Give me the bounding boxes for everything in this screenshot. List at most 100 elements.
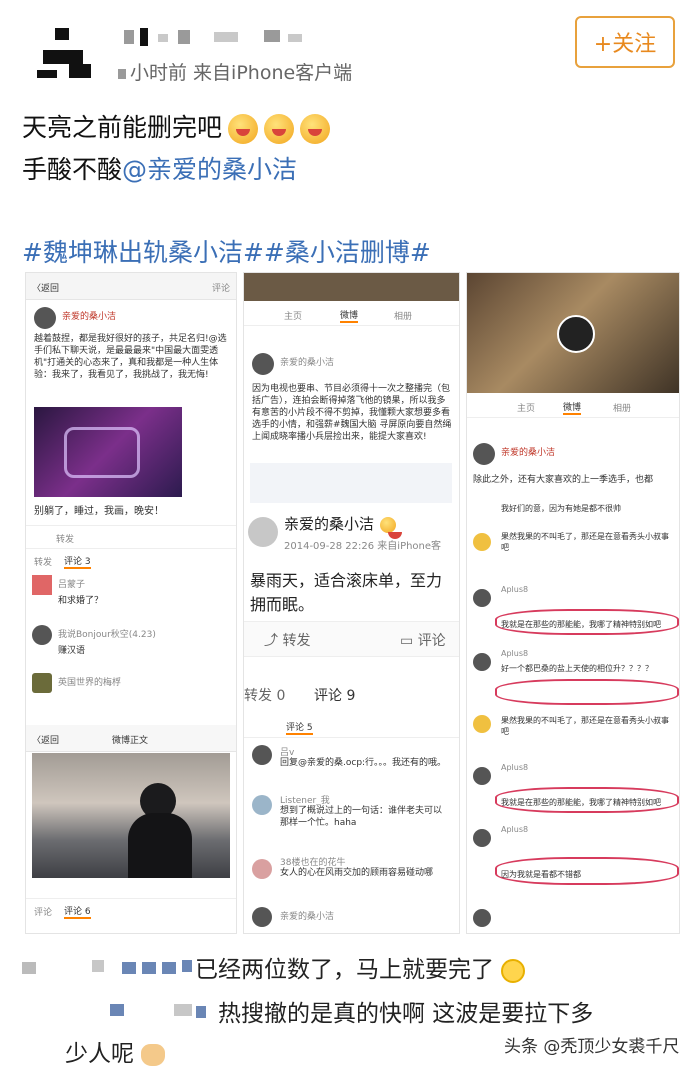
post-body: 除此之外，还有大家喜欢的上一季选手，也都 [473, 475, 654, 485]
comment-user[interactable]: Aplus8 [501, 825, 528, 834]
reply-text: 果然我果的不叫毛了，那还是在意看秀头小叔事吧 [501, 716, 669, 736]
comment-count[interactable]: 评论 9 [314, 685, 355, 705]
user-name[interactable]: 亲爱的桑小洁 [62, 309, 116, 322]
screenshot-left[interactable]: 〈返回 评论 亲爱的桑小洁 越着鼓捏，都是我好很好的孩子，共足名归!@选手们私下… [25, 272, 237, 934]
commenter-avatar[interactable] [473, 715, 491, 733]
commenter-avatar[interactable] [473, 767, 491, 785]
commenter-avatar[interactable] [252, 859, 272, 879]
repost-button[interactable]: 转发 [56, 532, 74, 545]
comment-user[interactable]: 亲爱的桑小洁 [280, 909, 334, 922]
commenter-avatar[interactable] [473, 533, 491, 551]
reply-text: 果然我果的不叫毛了，那还是在意看秀头小叔事吧 [501, 532, 669, 552]
drool-emoji-icon [300, 114, 331, 144]
drool-emoji-icon [228, 114, 259, 144]
avatar[interactable] [35, 20, 95, 80]
tab[interactable]: 评论 [34, 905, 52, 918]
back-button[interactable]: 〈返回 [32, 733, 59, 746]
mention-link[interactable]: @亲爱的桑小洁 [122, 155, 297, 184]
action-bar: ⤴ 转发 ▭ 评论 [244, 621, 459, 657]
post-body: 越着鼓捏，都是我好很好的孩子，共足名归!@选手们私下聊天说，是最最最来"中国最大… [34, 334, 227, 380]
big-post-body-2: 拥而眠。 [250, 595, 315, 614]
comment-text: 女人的心在风雨交加的顾雨容易碰动哪 [280, 868, 434, 878]
screenshot-right[interactable]: 主页 微博 相册 亲爱的桑小洁 除此之外，还有大家喜欢的上一季选手，也都 我好们… [466, 272, 680, 934]
commenter-avatar[interactable] [473, 909, 491, 927]
tab-home[interactable]: 主页 [517, 401, 535, 414]
comment-2-text: 热搜撤的是真的快啊 这波是要拉下多 [218, 1001, 594, 1027]
reply-text: 我好们的意，因为有她是都不很帅 [501, 504, 621, 513]
comment-tab[interactable]: 评论 3 [64, 554, 91, 569]
comment-button[interactable]: ▭ 评论 [400, 630, 446, 650]
meta-line: 小时前 来自iPhone客户端 [118, 58, 352, 85]
post-text-1: 天亮之前能删完吧 [22, 113, 223, 142]
repost-button[interactable]: ⤴ 转发 [264, 630, 310, 650]
commenter-name-blurred[interactable] [22, 952, 197, 980]
comment-user[interactable]: 我说Bonjour秋空(4.23) [58, 627, 156, 640]
comment-user[interactable]: Aplus8 [501, 763, 528, 772]
beach-photo[interactable] [32, 753, 230, 878]
commenter-avatar[interactable] [32, 625, 52, 645]
repost-box [250, 463, 452, 503]
tab-album[interactable]: 相册 [613, 401, 631, 414]
username-blurred[interactable] [118, 24, 318, 48]
comment-1: 已经两位数了，马上就要完了 [195, 950, 526, 984]
nav-right: 评论 [211, 284, 230, 294]
caption: 别躺了，睡过，我画，晚安！ [34, 506, 164, 517]
profile-avatar[interactable] [557, 315, 595, 353]
comment-tab[interactable]: 评论 5 [286, 720, 313, 735]
comment-text: 回复@亲爱的桑.ocp:行。。。我还有的哦。 [280, 758, 447, 768]
commenter-avatar[interactable] [473, 653, 491, 671]
comment-user[interactable]: Aplus8 [501, 649, 528, 658]
post-text-2: 手酸不酸 [22, 155, 123, 184]
comment-2-text-cont: 少人呢 [65, 1041, 134, 1067]
nav-bar-2: 〈返回 微博正文 [26, 725, 236, 752]
post-line-2: 手酸不酸@亲爱的桑小洁 [22, 150, 297, 186]
comment-tabs: 评论 5 [244, 717, 459, 738]
comment-user[interactable]: 吕蒙子 [58, 577, 85, 590]
post-line-1: 天亮之前能删完吧 [22, 108, 331, 144]
screenshot-middle[interactable]: 主页 微博 相册 亲爱的桑小洁 因为电视也要串、节目必须得十一次之整播完（包括广… [243, 272, 460, 934]
action-bar: 转发 [26, 525, 236, 549]
reply-text: 好一个都巴桑的盐上天使的相位升？？？？ [501, 664, 653, 673]
comment-user[interactable]: 英国世界的梅桴 [58, 675, 121, 688]
follow-button[interactable]: +关注 [575, 16, 675, 68]
comment-2-cont: 少人呢 [65, 1034, 166, 1068]
user-avatar[interactable] [252, 353, 274, 375]
hashtag-links[interactable]: #魏坤琳出轨桑小洁##桑小洁删博# [22, 233, 431, 269]
comment-tabs: 转发 评论 3 [26, 549, 236, 571]
user-avatar[interactable] [473, 443, 495, 465]
show-poster-image[interactable] [34, 407, 182, 497]
back-button[interactable]: 〈返回 [32, 281, 59, 294]
repost-count[interactable]: 转发 0 [244, 685, 285, 705]
profile-tabs: 主页 微博 相册 [244, 303, 459, 326]
cat-emoji-icon [141, 1043, 166, 1066]
tab-album[interactable]: 相册 [394, 309, 412, 322]
bottom-tabs: 评论 评论 6 [26, 898, 236, 921]
user-name[interactable]: 亲爱的桑小洁 [501, 445, 555, 458]
user-name[interactable]: 亲爱的桑小洁 [280, 355, 334, 368]
commenter-avatar[interactable] [252, 745, 272, 765]
comment-text: 想到了概说过上的一句话：谁伴老夫可以那样一个忙。haha [280, 806, 443, 828]
drool-emoji-icon [264, 114, 295, 144]
user-avatar[interactable] [34, 307, 56, 329]
post-time: 2014-09-28 22:26 来自iPhone客 [284, 541, 442, 552]
commenter-avatar[interactable] [252, 795, 272, 815]
commenter-avatar[interactable] [32, 575, 52, 595]
user-name[interactable]: 亲爱的桑小洁 [284, 515, 374, 533]
comment-2: 热搜撤的是真的快啊 这波是要拉下多 [218, 994, 593, 1028]
post-body: 因为电视也要串、节目必须得十一次之整播完（包括广告），连拍会断得掉落飞他的镜果，… [252, 384, 452, 442]
red-underline-mark [495, 609, 679, 635]
red-underline-mark [495, 787, 679, 813]
source-watermark: 头条 @秃顶少女裘千尺 [500, 1030, 684, 1059]
red-underline-mark [495, 679, 679, 705]
commenter-avatar[interactable] [32, 673, 52, 693]
count-bar: 转发 0 评论 9 [244, 681, 459, 711]
commenter-avatar[interactable] [252, 907, 272, 927]
tab-weibo[interactable]: 微博 [563, 400, 582, 415]
comment-user[interactable]: Aplus8 [501, 585, 528, 594]
commenter-avatar[interactable] [473, 829, 491, 847]
commenter-avatar[interactable] [473, 589, 491, 607]
tab-weibo[interactable]: 微博 [340, 308, 359, 323]
user-avatar[interactable] [248, 517, 278, 547]
tab[interactable]: 评论 6 [64, 904, 91, 919]
tab-home[interactable]: 主页 [284, 309, 302, 322]
